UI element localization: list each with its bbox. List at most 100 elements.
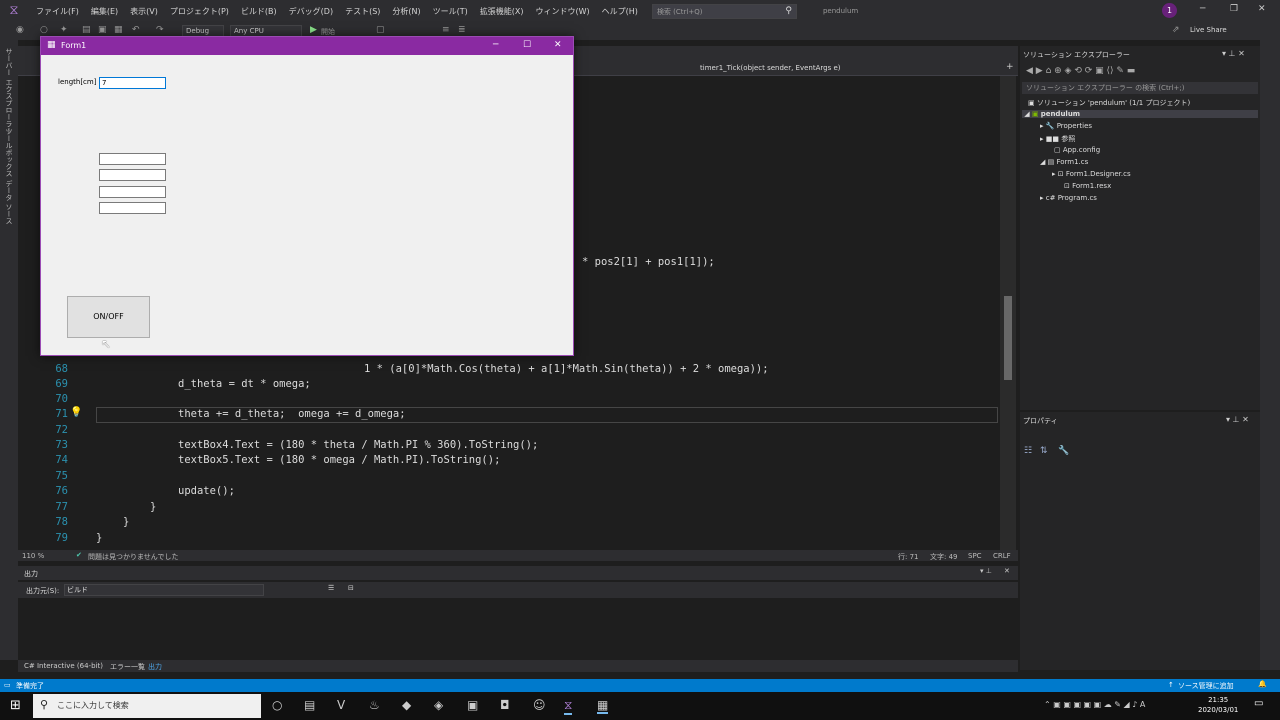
menu-view[interactable]: 表示(V): [124, 6, 164, 17]
editor-scrollbar[interactable]: [1000, 76, 1016, 550]
redo-icon[interactable]: ↷: [156, 25, 164, 35]
textbox-3[interactable]: [99, 169, 166, 181]
toolbox-tab[interactable]: ツールボックス: [4, 128, 14, 177]
menu-extensions[interactable]: 拡張機能(X): [474, 6, 530, 17]
minimize-icon[interactable]: ─: [493, 40, 498, 50]
save-all-icon[interactable]: ▦: [114, 25, 123, 35]
menu-edit[interactable]: 編集(E): [85, 6, 124, 17]
server-explorer-tab[interactable]: サーバー エクスプローラー: [4, 48, 14, 134]
menu-build[interactable]: ビルド(B): [235, 6, 283, 17]
live-share-icon[interactable]: ⇗: [1172, 25, 1180, 35]
tree-item-form1[interactable]: ◢ ▤ Form1.cs: [1040, 158, 1088, 166]
restore-icon[interactable]: ❐: [1230, 4, 1238, 14]
status-bar: ▭ 準備完了 ↑ ソース管理に追加 🔔: [0, 679, 1280, 692]
app-icon[interactable]: ◈: [434, 698, 443, 712]
lightbulb-icon[interactable]: 💡: [70, 407, 82, 418]
zoom-level[interactable]: 110 %: [22, 552, 44, 560]
tree-item-app-config[interactable]: ▢ App.config: [1054, 146, 1100, 154]
pin-icon[interactable]: ▾ ⊥: [980, 567, 992, 575]
length-input[interactable]: 7: [99, 77, 166, 89]
split-icon[interactable]: +: [1006, 62, 1014, 72]
comment-icon[interactable]: ≡: [442, 25, 450, 35]
menu-test[interactable]: テスト(S): [339, 6, 386, 17]
menu-project[interactable]: プロジェクト(P): [164, 6, 235, 17]
maximize-icon[interactable]: ☐: [523, 40, 531, 50]
solution-search-input[interactable]: ソリューション エクスプローラー の検索 (Ctrl+;): [1022, 82, 1258, 94]
tree-item-properties[interactable]: ▸ 🔧 Properties: [1040, 122, 1092, 130]
textbox-4[interactable]: [99, 186, 166, 198]
close-icon[interactable]: ✕: [1004, 567, 1010, 575]
toolbar-tool-icon[interactable]: ▢: [376, 25, 385, 35]
notifications-icon[interactable]: 🔔: [1258, 680, 1267, 688]
tree-item-solution[interactable]: ▣ ソリューション 'pendulum' (1/1 プロジェクト): [1028, 98, 1190, 108]
alphabetical-icon[interactable]: ⇅: [1040, 446, 1048, 456]
file-explorer-icon[interactable]: ▤: [304, 698, 315, 712]
new-project-icon[interactable]: ✦: [60, 25, 68, 35]
code-line: }: [150, 501, 157, 513]
close-icon[interactable]: ✕: [1258, 4, 1266, 14]
open-icon[interactable]: ▤: [82, 25, 91, 35]
length-label: length[cm]: [58, 78, 97, 86]
close-icon[interactable]: ✕: [554, 40, 562, 50]
form1-taskbar-icon[interactable]: ▦: [597, 698, 609, 714]
line-indicator: 行: 71: [898, 553, 919, 561]
windows-start-icon[interactable]: ⊞: [10, 698, 21, 713]
uncomment-icon[interactable]: ≣: [458, 25, 466, 35]
issues-text[interactable]: 問題は見つかりませんでした: [88, 552, 178, 562]
tree-item-form1-designer[interactable]: ▸ ⊡ Form1.Designer.cs: [1052, 170, 1131, 178]
form1-window[interactable]: ▦ Form1 ─ ☐ ✕ length[cm] 7 ON/OFF: [40, 36, 574, 356]
scrollbar-thumb[interactable]: [1004, 296, 1012, 380]
vivaldi-browser-icon[interactable]: V: [337, 698, 345, 712]
forward-icon[interactable]: ○: [40, 25, 48, 35]
textbox-5[interactable]: [99, 202, 166, 214]
undo-icon[interactable]: ↶: [132, 25, 140, 35]
menu-window[interactable]: ウィンドウ(W): [530, 6, 596, 17]
menu-analyze[interactable]: 分析(N): [386, 6, 426, 17]
textbox-2[interactable]: [99, 153, 166, 165]
tab-csharp-interactive[interactable]: C# Interactive (64-bit): [24, 662, 103, 670]
tab-error-list[interactable]: エラー一覧: [110, 662, 145, 672]
pin-icon[interactable]: ▾ ⊥ ✕: [1226, 415, 1249, 424]
tree-item-project[interactable]: ◢ ▣ pendulum: [1022, 110, 1258, 118]
taskbar-search-input[interactable]: ⚲ ここに入力して検索: [33, 694, 261, 718]
word-wrap-icon[interactable]: ☰: [328, 584, 334, 592]
tab-output[interactable]: 出力: [148, 662, 162, 672]
categorized-icon[interactable]: ☷: [1024, 446, 1032, 456]
live-share-button[interactable]: Live Share: [1190, 26, 1227, 34]
data-sources-tab[interactable]: データ ソース: [4, 180, 14, 224]
back-icon[interactable]: ◉: [16, 25, 24, 35]
app-icon[interactable]: ▣: [467, 698, 478, 712]
menu-help[interactable]: ヘルプ(H): [596, 6, 644, 17]
member-dropdown[interactable]: timer1_Tick(object sender, EventArgs e): [700, 64, 841, 72]
app-icon[interactable]: ◆: [402, 698, 411, 712]
tree-item-references[interactable]: ▸ ■■ 参照: [1040, 134, 1075, 144]
pin-icon[interactable]: ▾ ⊥ ✕: [1222, 49, 1245, 58]
solution-toolbar-icons[interactable]: ◀ ▶ ⌂ ⊕ ◈ ⟲ ⟳ ▣ ⟨⟩ ✎ ▬: [1026, 66, 1135, 76]
menu-file[interactable]: ファイル(F): [30, 6, 85, 17]
tree-item-form1-resx[interactable]: ⊡ Form1.resx: [1064, 182, 1111, 190]
cortana-icon[interactable]: ○: [272, 698, 282, 712]
app-icon[interactable]: ◘: [500, 698, 510, 712]
tray-icons[interactable]: ⌃ ▣ ▣ ▣ ▣ ▣ ☁ ✎ ◢ ♪ A: [1044, 700, 1145, 709]
add-to-source-control[interactable]: ソース管理に追加: [1178, 681, 1234, 691]
form1-titlebar[interactable]: ▦ Form1 ─ ☐ ✕: [41, 37, 573, 55]
tree-item-program[interactable]: ▸ c# Program.cs: [1040, 194, 1097, 202]
property-pages-icon[interactable]: 🔧: [1058, 446, 1069, 456]
output-source-select[interactable]: ビルド: [64, 584, 264, 596]
code-line: d_theta = dt * omega;: [178, 378, 311, 390]
on-off-button[interactable]: ON/OFF: [67, 296, 150, 338]
notification-badge[interactable]: 1: [1162, 3, 1177, 18]
minimize-icon[interactable]: ─: [1200, 4, 1205, 14]
clear-output-icon[interactable]: ⊟: [348, 584, 354, 592]
search-input[interactable]: 検索 (Ctrl+Q) ⚲: [651, 3, 797, 19]
steam-icon[interactable]: ♨: [369, 698, 380, 712]
save-icon[interactable]: ▣: [98, 25, 107, 35]
discord-icon[interactable]: ☺: [533, 698, 546, 712]
start-icon[interactable]: ▶: [310, 25, 317, 35]
action-center-icon[interactable]: ▭: [1254, 698, 1263, 709]
visual-studio-taskbar-icon[interactable]: ⧖: [564, 698, 573, 715]
taskbar-clock[interactable]: 21:35 2020/03/01: [1198, 695, 1238, 715]
menu-tools[interactable]: ツール(T): [427, 6, 474, 17]
menu-debug[interactable]: デバッグ(D): [283, 6, 339, 17]
output-content[interactable]: [18, 598, 1018, 650]
